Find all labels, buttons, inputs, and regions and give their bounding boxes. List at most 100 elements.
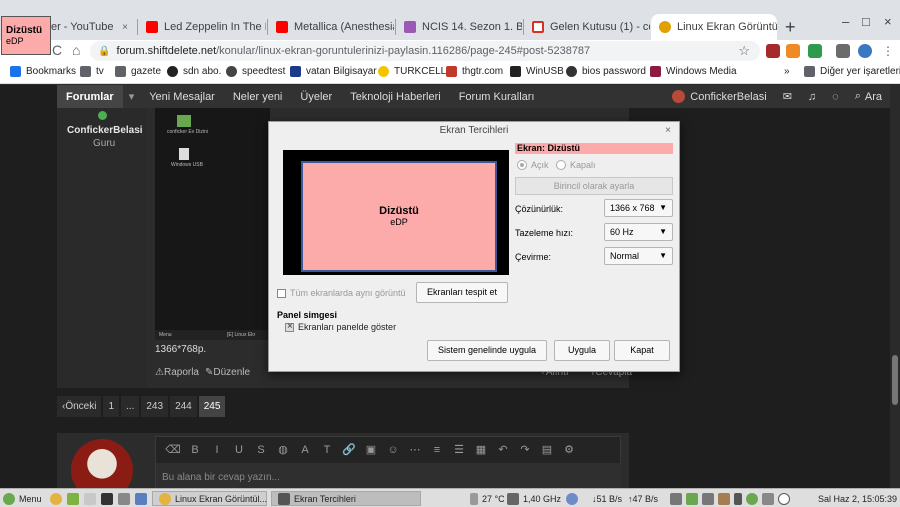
launcher-screenshot-icon[interactable] bbox=[118, 491, 134, 506]
tab-ncis[interactable]: NCIS 14. Sezon 1. Bölü × bbox=[396, 14, 522, 40]
minimize-button[interactable]: – bbox=[842, 14, 849, 29]
cpu-freq-indicator[interactable]: 1,40 GHz bbox=[507, 491, 561, 506]
menu-button[interactable]: Menu bbox=[3, 491, 42, 506]
scroll-thumb[interactable] bbox=[892, 355, 898, 405]
set-primary-button[interactable]: Birincil olarak ayarla bbox=[515, 177, 673, 195]
nav-forumlar[interactable]: Forumlar bbox=[57, 85, 123, 108]
bookmark-bios[interactable]: bios password bbox=[566, 66, 646, 77]
launcher-chrome-icon[interactable] bbox=[50, 491, 66, 506]
bold-icon[interactable]: B bbox=[184, 444, 206, 456]
close-icon[interactable]: × bbox=[116, 22, 128, 33]
align-icon[interactable]: ≡ bbox=[426, 444, 448, 456]
reply-input[interactable]: Bu alana bir cevap yazın... bbox=[156, 463, 622, 488]
bookmarks-overflow[interactable]: » bbox=[784, 66, 790, 77]
pager-page[interactable]: 1 bbox=[103, 396, 120, 417]
tray-icons[interactable] bbox=[670, 491, 794, 506]
nav-forum-kurallari[interactable]: Forum Kuralları bbox=[450, 85, 544, 108]
launcher-terminal-icon[interactable] bbox=[101, 491, 117, 506]
italic-icon[interactable]: I bbox=[206, 444, 228, 456]
list-icon[interactable]: ☰ bbox=[448, 443, 470, 456]
pager-current-page[interactable]: 245 bbox=[198, 396, 226, 417]
bookmark-turkcell[interactable]: TURKCELL bbox=[378, 66, 446, 77]
font-icon[interactable]: A bbox=[294, 444, 316, 456]
pager-page[interactable]: 243 bbox=[141, 396, 169, 417]
launcher-settings-icon[interactable] bbox=[135, 491, 151, 506]
tab-metallica[interactable]: Metallica (Anesthesia × bbox=[268, 14, 394, 40]
show-in-panel-checkbox[interactable]: Ekranları panelde göster bbox=[285, 321, 396, 332]
emoji-icon[interactable]: ☺ bbox=[382, 444, 404, 456]
extension-orange-icon[interactable] bbox=[786, 44, 800, 58]
report-link[interactable]: ⚠ Raporla bbox=[155, 367, 199, 378]
underline-icon[interactable]: U bbox=[228, 444, 250, 456]
bookmark-bookmarks[interactable]: Bookmarks bbox=[10, 66, 76, 77]
pager-page[interactable]: 244 bbox=[170, 396, 197, 417]
close-window-button[interactable]: × bbox=[884, 14, 892, 29]
bookmark-star-icon[interactable]: ☆ bbox=[738, 43, 750, 59]
nav-dropdown-icon[interactable]: ▾ bbox=[123, 85, 141, 108]
extension-sync-icon[interactable] bbox=[858, 44, 872, 58]
nav-yeni-mesajlar[interactable]: Yeni Mesajlar bbox=[140, 85, 224, 108]
bookmark-thgtr[interactable]: thgtr.com bbox=[446, 66, 503, 77]
bookmark-vatan[interactable]: vatan Bilgisayar bbox=[290, 66, 377, 77]
bell-icon[interactable]: ♫ bbox=[800, 85, 824, 108]
user-menu[interactable]: ConfickerBelasi bbox=[664, 85, 774, 108]
pager-prev[interactable]: ‹ Önceki bbox=[57, 396, 102, 417]
page-scrollbar[interactable] bbox=[890, 85, 900, 488]
bookmark-winusb[interactable]: WinUSB bbox=[510, 66, 564, 77]
search-button[interactable]: ⌕ Ara bbox=[847, 85, 890, 108]
menu-dots-icon[interactable]: ⋮ bbox=[882, 44, 896, 58]
inbox-icon[interactable]: ✉ bbox=[775, 85, 800, 108]
nav-uyeler[interactable]: Üyeler bbox=[291, 85, 341, 108]
monitor-box[interactable]: Dizüstü eDP bbox=[301, 161, 497, 272]
post-screenshot-image[interactable]: conficker Ev Dizini Windows USB Menu [E]… bbox=[155, 108, 270, 340]
close-button[interactable]: Kapat bbox=[614, 340, 670, 361]
refresh-select[interactable]: 60 Hz ▼ bbox=[604, 223, 673, 241]
rotation-select[interactable]: Normal ▼ bbox=[604, 247, 673, 265]
launcher-files-icon[interactable] bbox=[67, 491, 83, 506]
detect-displays-button[interactable]: Ekranları tespit et bbox=[416, 282, 508, 303]
network-indicator[interactable] bbox=[566, 491, 582, 506]
radio-on[interactable]: Açık bbox=[517, 160, 549, 170]
post-username[interactable]: ConfickerBelasi bbox=[67, 125, 143, 136]
table-icon[interactable]: ▦ bbox=[470, 443, 492, 456]
bookmark-sdn[interactable]: sdn abo. bbox=[167, 66, 221, 77]
text-size-icon[interactable]: T bbox=[316, 444, 338, 456]
link-icon[interactable]: 🔗 bbox=[338, 443, 360, 456]
undo-icon[interactable]: ↶ bbox=[492, 443, 514, 456]
taskbar-task-display-prefs[interactable]: Ekran Tercihleri bbox=[271, 491, 421, 506]
tab-led-zeppelin[interactable]: Led Zeppelin In The Ev × bbox=[138, 14, 266, 40]
extension-shield-icon[interactable] bbox=[766, 44, 780, 58]
taskbar-task-browser[interactable]: Linux Ekran Görüntül... bbox=[152, 491, 267, 506]
new-tab-button[interactable]: + bbox=[785, 17, 796, 38]
radio-off[interactable]: Kapalı bbox=[556, 160, 596, 170]
clock[interactable]: Sal Haz 2, 15:05:39 bbox=[818, 491, 897, 506]
drafts-icon[interactable]: ▤ bbox=[536, 443, 558, 456]
lightbulb-icon[interactable]: ◌ bbox=[824, 85, 847, 108]
resolution-select[interactable]: 1366 x 768 ▼ bbox=[604, 199, 673, 217]
strike-icon[interactable]: S bbox=[250, 444, 272, 456]
image-icon[interactable]: ▣ bbox=[360, 443, 382, 456]
apply-button[interactable]: Uygula bbox=[554, 340, 610, 361]
launcher-app-icon[interactable] bbox=[84, 491, 100, 506]
bookmark-gazete[interactable]: gazete bbox=[115, 66, 161, 77]
extension-list-icon[interactable] bbox=[836, 44, 850, 58]
tab-gmail[interactable]: Gelen Kutusu (1) - con × bbox=[524, 14, 650, 40]
nav-teknoloji-haberleri[interactable]: Teknoloji Haberleri bbox=[341, 85, 450, 108]
bookmark-speedtest[interactable]: speedtest bbox=[226, 66, 285, 77]
settings-icon[interactable]: ⚙ bbox=[558, 443, 580, 456]
more-icon[interactable]: ⋯ bbox=[404, 443, 426, 456]
dialog-close-icon[interactable]: × bbox=[665, 122, 671, 139]
bookmark-tv[interactable]: tv bbox=[80, 66, 104, 77]
bookmark-windows-media[interactable]: Windows Media bbox=[650, 66, 737, 77]
other-bookmarks[interactable]: Diğer yer işaretleri bbox=[804, 66, 900, 77]
eraser-icon[interactable]: ⌫ bbox=[162, 443, 184, 456]
lock-icon[interactable]: 🔒 bbox=[98, 46, 110, 57]
apply-system-wide-button[interactable]: Sistem genelinde uygula bbox=[427, 340, 547, 361]
nav-neler-yeni[interactable]: Neler yeni bbox=[224, 85, 292, 108]
home-button[interactable]: ⌂ bbox=[72, 42, 80, 58]
extension-green-icon[interactable] bbox=[808, 44, 822, 58]
color-icon[interactable]: ◍ bbox=[272, 443, 294, 456]
pager-ellipsis[interactable]: ... bbox=[121, 396, 140, 417]
edit-link[interactable]: ✎ Düzenle bbox=[205, 367, 250, 378]
temperature-indicator[interactable]: 27 °C bbox=[470, 491, 505, 506]
